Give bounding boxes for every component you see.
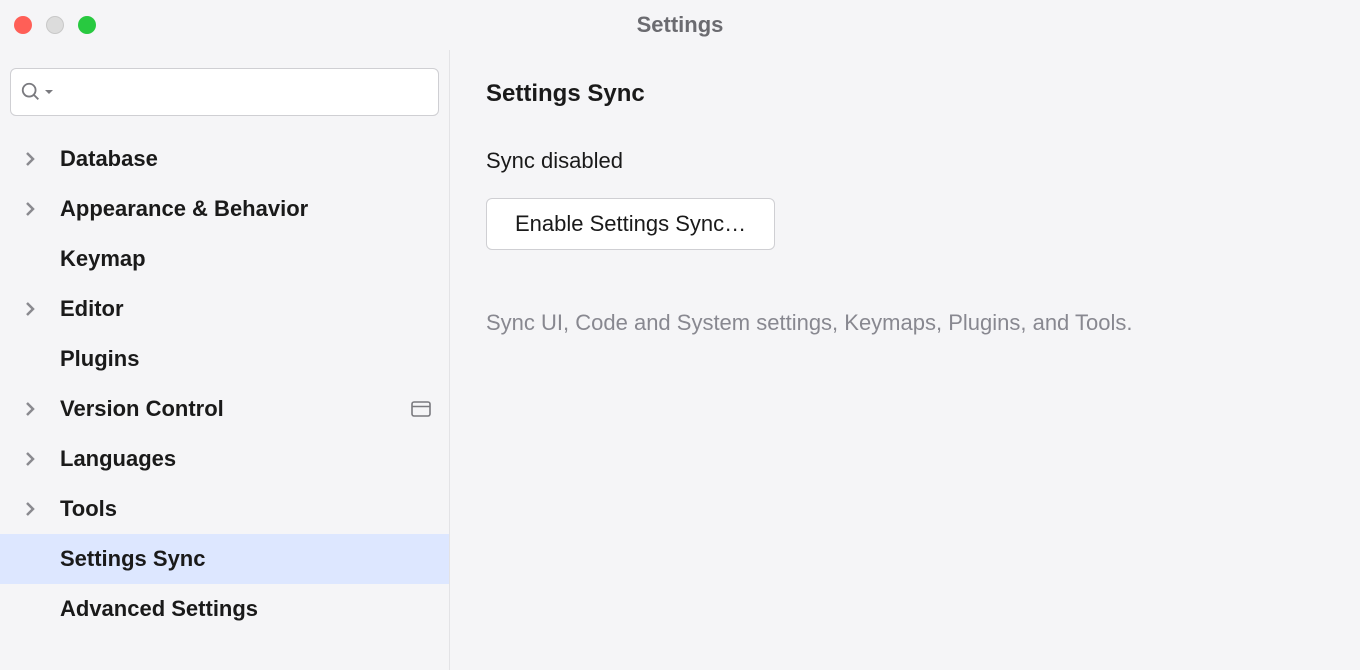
sidebar-item-advanced-settings[interactable]: Advanced Settings	[0, 584, 449, 634]
sidebar-item-appearance-behavior[interactable]: Appearance & Behavior	[0, 184, 449, 234]
sidebar-item-label: Appearance & Behavior	[60, 196, 431, 222]
chevron-right-icon	[24, 401, 60, 417]
search-wrap	[0, 68, 449, 134]
close-button[interactable]	[14, 16, 32, 34]
sync-status: Sync disabled	[486, 148, 1324, 174]
window-title: Settings	[637, 12, 724, 38]
sidebar-item-label: Database	[60, 146, 431, 172]
sidebar-item-editor[interactable]: Editor	[0, 284, 449, 334]
sidebar-item-label: Plugins	[60, 346, 431, 372]
sidebar-item-label: Languages	[60, 446, 431, 472]
settings-window: Settings	[0, 0, 1360, 670]
chevron-right-icon	[24, 301, 60, 317]
enable-settings-sync-button[interactable]: Enable Settings Sync…	[486, 198, 775, 250]
chevron-right-icon	[24, 151, 60, 167]
search-input-wrap	[10, 68, 439, 116]
sidebar-item-database[interactable]: Database	[0, 134, 449, 184]
chevron-right-icon	[24, 201, 60, 217]
chevron-right-icon	[24, 451, 60, 467]
settings-tree: Database Appearance & Behavior Keymap	[0, 134, 449, 634]
sidebar-item-label: Version Control	[60, 396, 411, 422]
project-scope-icon	[411, 401, 431, 417]
sync-description: Sync UI, Code and System settings, Keyma…	[486, 310, 1324, 336]
sidebar-item-version-control[interactable]: Version Control	[0, 384, 449, 434]
sidebar-item-label: Editor	[60, 296, 431, 322]
sidebar-item-settings-sync[interactable]: Settings Sync	[0, 534, 449, 584]
panel-title: Settings Sync	[486, 80, 1324, 108]
sidebar-item-languages[interactable]: Languages	[0, 434, 449, 484]
sidebar-item-label: Settings Sync	[60, 546, 431, 572]
sidebar-item-label: Keymap	[60, 246, 431, 272]
traffic-lights	[14, 16, 96, 34]
search-icon	[20, 81, 54, 103]
titlebar: Settings	[0, 0, 1360, 50]
sidebar-item-keymap[interactable]: Keymap	[0, 234, 449, 284]
body-area: Database Appearance & Behavior Keymap	[0, 50, 1360, 670]
search-input[interactable]	[10, 68, 439, 116]
maximize-button[interactable]	[78, 16, 96, 34]
minimize-button[interactable]	[46, 16, 64, 34]
sidebar-item-plugins[interactable]: Plugins	[0, 334, 449, 384]
sidebar-item-tools[interactable]: Tools	[0, 484, 449, 534]
chevron-right-icon	[24, 501, 60, 517]
sidebar-item-label: Tools	[60, 496, 431, 522]
sidebar: Database Appearance & Behavior Keymap	[0, 50, 450, 670]
main-panel: Settings Sync Sync disabled Enable Setti…	[450, 50, 1360, 670]
sidebar-item-label: Advanced Settings	[60, 596, 431, 622]
